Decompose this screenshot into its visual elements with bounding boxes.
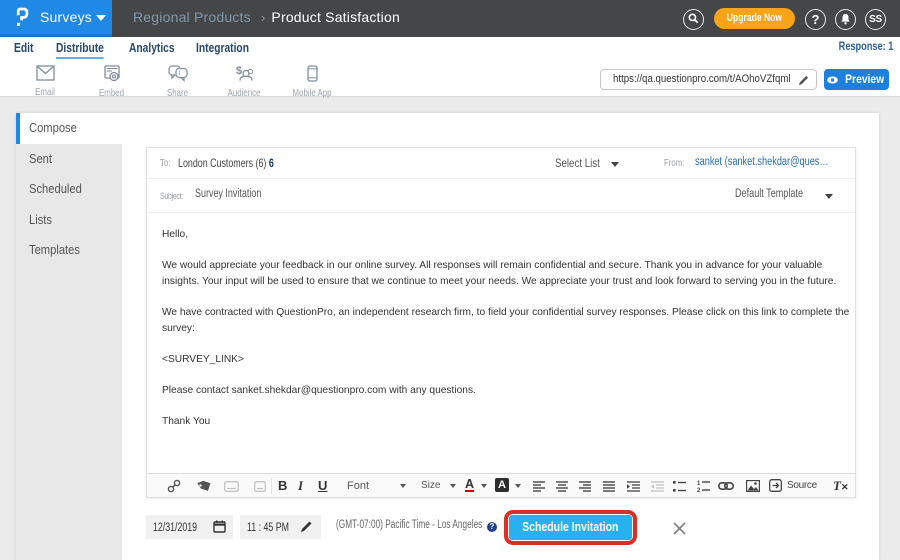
svg-text:$: $ xyxy=(236,65,242,77)
svg-text:2: 2 xyxy=(697,488,701,492)
svg-text:1: 1 xyxy=(697,481,701,487)
